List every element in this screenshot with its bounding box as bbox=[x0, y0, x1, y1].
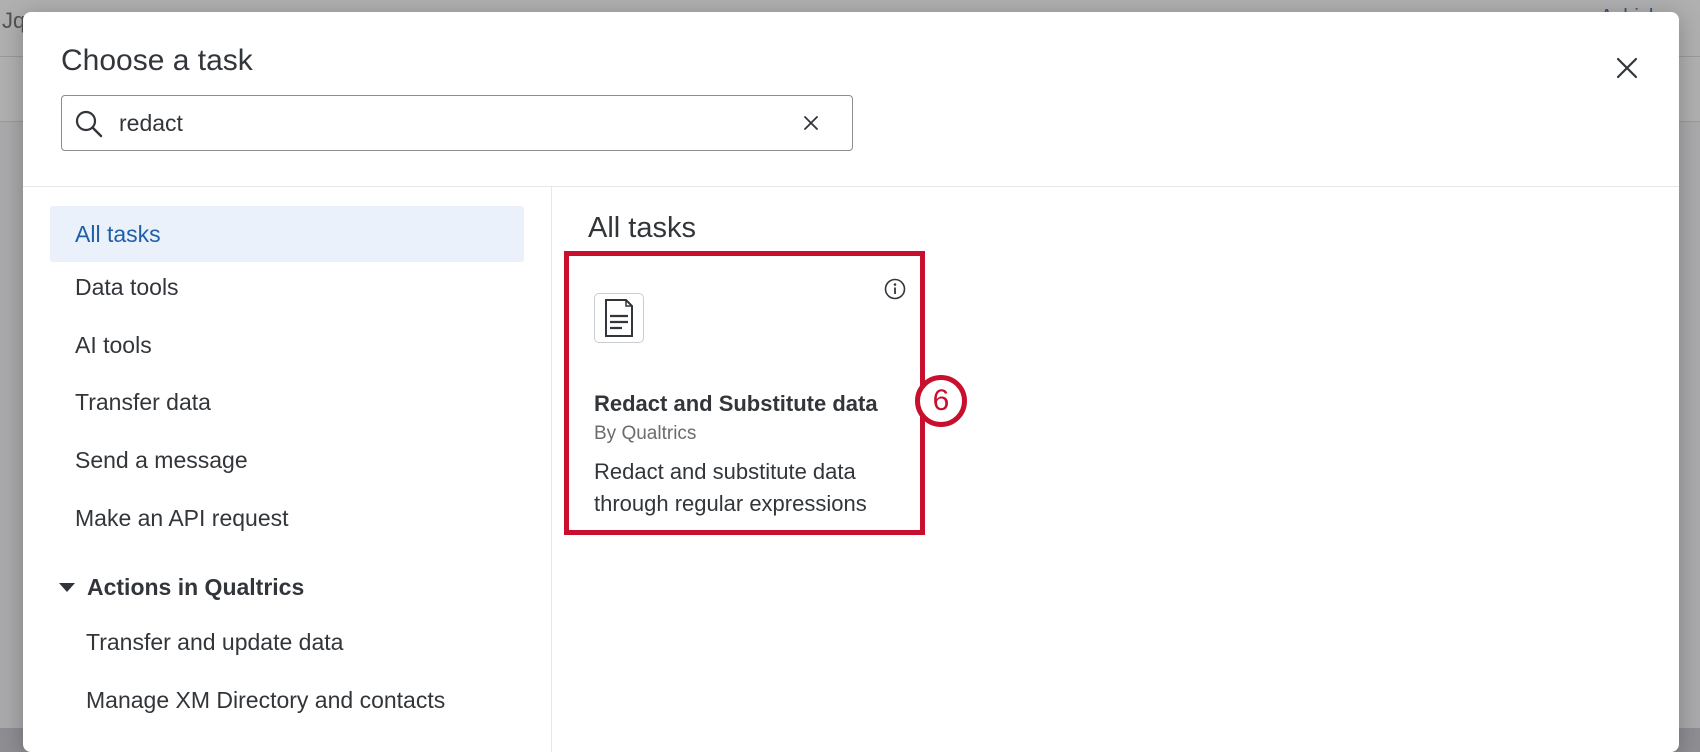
modal-title: Choose a task bbox=[61, 44, 253, 77]
sidebar-item-transfer-data[interactable]: Transfer data bbox=[50, 374, 524, 430]
info-icon bbox=[884, 278, 906, 300]
close-icon bbox=[1616, 57, 1638, 79]
document-icon bbox=[594, 293, 644, 343]
sidebar-item-all-tasks[interactable]: All tasks bbox=[50, 206, 524, 262]
main-heading: All tasks bbox=[588, 212, 696, 244]
sidebar-item-transfer-and-update-data[interactable]: Transfer and update data bbox=[86, 629, 343, 656]
sidebar-item-make-an-api-request[interactable]: Make an API request bbox=[50, 490, 524, 546]
task-card-description: Redact and substitute data through regul… bbox=[594, 459, 867, 516]
sidebar-item-data-tools[interactable]: Data tools bbox=[50, 259, 524, 315]
sidebar-group-label: Actions in Qualtrics bbox=[87, 573, 305, 600]
task-card-redact-and-substitute[interactable]: Redact and Substitute data By Qualtrics … bbox=[564, 251, 925, 535]
search-input[interactable] bbox=[119, 104, 759, 142]
clear-icon bbox=[804, 116, 818, 130]
caret-down-icon bbox=[59, 582, 75, 592]
step-number-badge: 6 bbox=[915, 375, 967, 427]
sidebar-item-manage-xm-directory[interactable]: Manage XM Directory and contacts bbox=[86, 687, 445, 714]
sidebar-item-send-a-message[interactable]: Send a message bbox=[50, 432, 524, 488]
info-button[interactable] bbox=[884, 278, 906, 300]
task-card-author: By Qualtrics bbox=[594, 423, 697, 444]
sidebar-item-ai-tools[interactable]: AI tools bbox=[50, 317, 524, 373]
modal-header: Choose a task bbox=[23, 12, 1679, 187]
task-category-sidebar: All tasks Data tools AI tools Transfer d… bbox=[23, 187, 552, 752]
close-button[interactable] bbox=[1611, 52, 1643, 84]
clear-search-button[interactable] bbox=[800, 112, 822, 134]
search-box[interactable] bbox=[61, 95, 853, 151]
task-card-title: Redact and Substitute data bbox=[594, 391, 878, 416]
sidebar-group-actions-in-qualtrics[interactable]: Actions in Qualtrics bbox=[57, 567, 304, 607]
search-icon bbox=[75, 110, 103, 138]
